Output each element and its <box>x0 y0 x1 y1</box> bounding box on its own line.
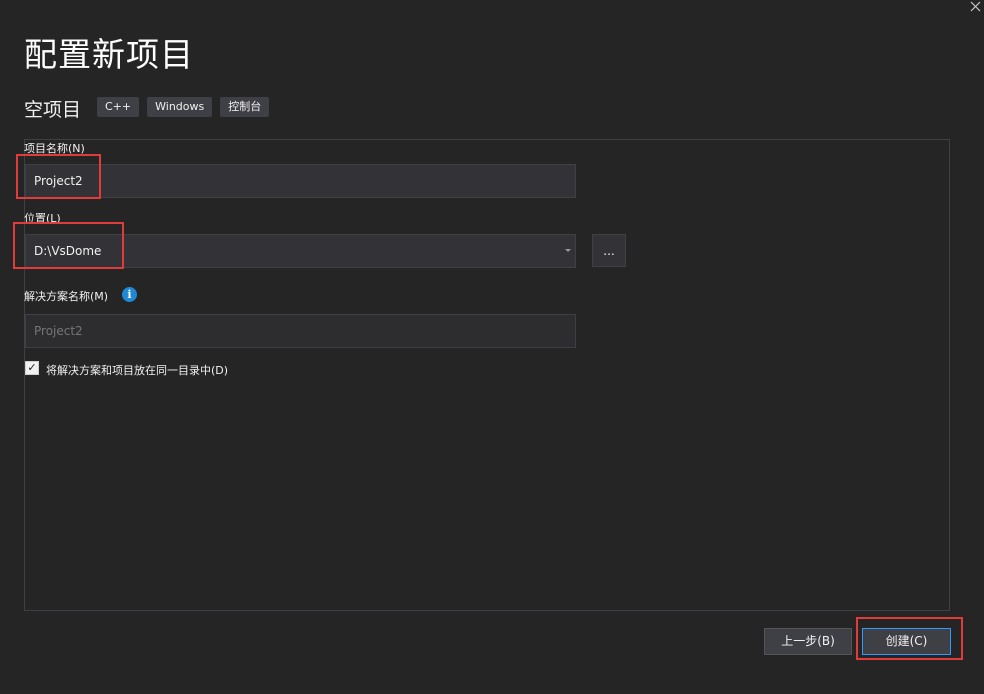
solution-name-label: 解决方案名称(M) <box>24 290 109 303</box>
project-name-label: 项目名称(N) <box>24 142 85 155</box>
location-input[interactable] <box>26 235 575 267</box>
same-directory-label[interactable]: 将解决方案和项目放在同一目录中(D) <box>46 362 228 378</box>
location-combobox[interactable] <box>25 234 576 268</box>
back-button[interactable]: 上一步(B) <box>764 628 852 655</box>
page-title: 配置新项目 <box>24 35 194 74</box>
close-icon[interactable] <box>966 0 984 14</box>
template-name: 空项目 <box>24 99 82 121</box>
solution-name-field <box>25 314 576 348</box>
solution-name-input <box>26 315 575 347</box>
browse-button[interactable]: ... <box>592 234 626 267</box>
project-name-field[interactable] <box>25 164 576 198</box>
tag-project-type: 控制台 <box>220 97 270 117</box>
tag-platform: Windows <box>147 97 213 117</box>
create-button[interactable]: 创建(C) <box>862 628 951 655</box>
project-name-input[interactable] <box>26 165 575 197</box>
dropdown-arrow-icon[interactable] <box>565 249 571 252</box>
tag-language: C++ <box>97 97 140 117</box>
template-tags: C++ Windows 控制台 <box>97 97 270 117</box>
same-directory-checkbox[interactable]: ✓ <box>25 361 39 375</box>
info-icon[interactable]: i <box>122 287 137 302</box>
location-label: 位置(L) <box>24 212 61 225</box>
